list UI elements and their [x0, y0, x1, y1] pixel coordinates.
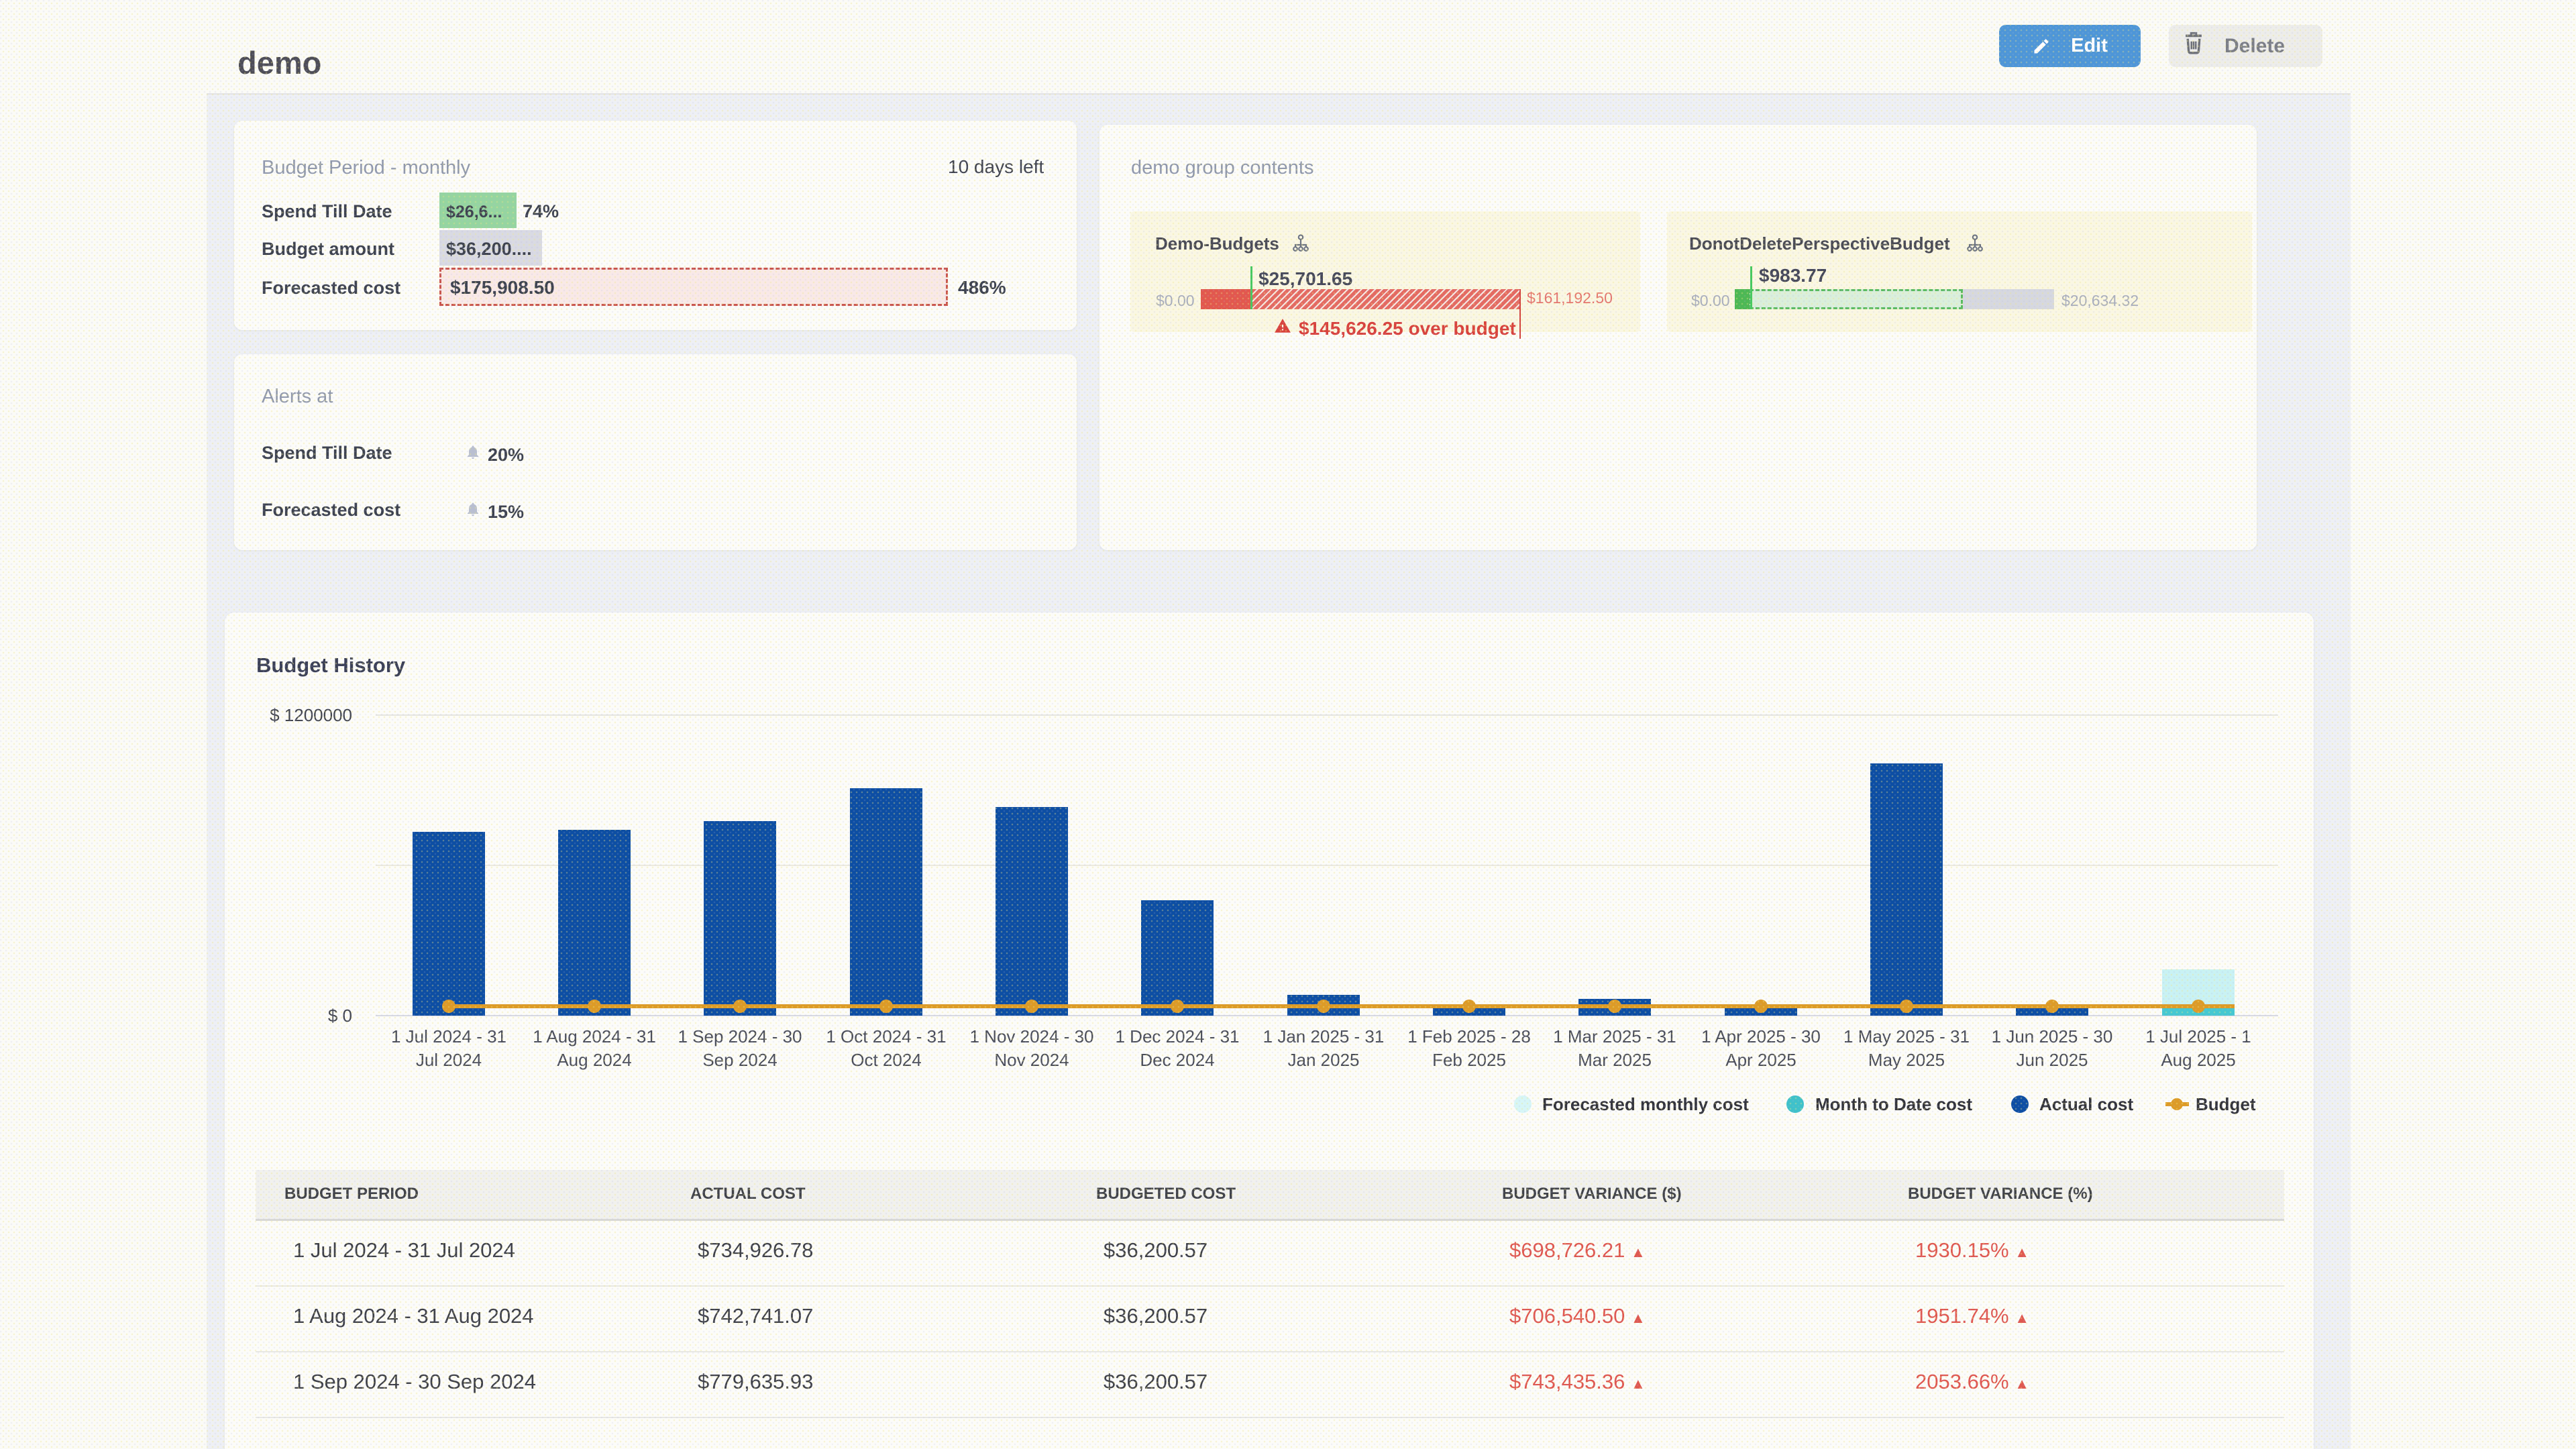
svg-text:Aug 2025: Aug 2025	[2161, 1050, 2235, 1070]
svg-text:1 Jul 2025 - 1: 1 Jul 2025 - 1	[2145, 1026, 2251, 1046]
svg-text:Jul 2024: Jul 2024	[416, 1050, 482, 1070]
svg-text:Feb 2025: Feb 2025	[1432, 1050, 1506, 1070]
svg-text:1 Sep 2024 - 30: 1 Sep 2024 - 30	[678, 1026, 802, 1046]
svg-text:Mar 2025: Mar 2025	[1578, 1050, 1652, 1070]
svg-text:1 Jul 2024 - 31: 1 Jul 2024 - 31	[391, 1026, 506, 1046]
svg-text:Jan 2025: Jan 2025	[1288, 1050, 1360, 1070]
svg-text:Budget: Budget	[2196, 1094, 2256, 1114]
svg-text:1 May 2025 - 31: 1 May 2025 - 31	[1843, 1026, 1970, 1046]
svg-text:Aug 2024: Aug 2024	[557, 1050, 631, 1070]
svg-text:1 Apr 2025 - 30: 1 Apr 2025 - 30	[1701, 1026, 1821, 1046]
svg-text:Nov 2024: Nov 2024	[994, 1050, 1069, 1070]
svg-text:1 Dec 2024 - 31: 1 Dec 2024 - 31	[1115, 1026, 1239, 1046]
svg-text:May 2025: May 2025	[1868, 1050, 1945, 1070]
svg-text:1 Aug 2024 - 31: 1 Aug 2024 - 31	[533, 1026, 656, 1046]
svg-text:Sep 2024: Sep 2024	[702, 1050, 777, 1070]
svg-text:Month to Date cost: Month to Date cost	[1815, 1094, 1972, 1114]
svg-text:1 Jun 2025 - 30: 1 Jun 2025 - 30	[1992, 1026, 2113, 1046]
svg-text:Forecasted monthly cost: Forecasted monthly cost	[1542, 1094, 1749, 1114]
svg-text:1 Feb 2025 - 28: 1 Feb 2025 - 28	[1407, 1026, 1531, 1046]
svg-text:1 Oct 2024 - 31: 1 Oct 2024 - 31	[826, 1026, 946, 1046]
svg-text:1 Nov 2024 - 30: 1 Nov 2024 - 30	[969, 1026, 1093, 1046]
svg-text:1 Jan 2025 - 31: 1 Jan 2025 - 31	[1263, 1026, 1385, 1046]
svg-text:$ 1200000: $ 1200000	[270, 705, 352, 725]
svg-text:Actual cost: Actual cost	[2039, 1094, 2133, 1114]
svg-text:Apr 2025: Apr 2025	[1725, 1050, 1796, 1070]
svg-text:1 Mar 2025 - 31: 1 Mar 2025 - 31	[1553, 1026, 1676, 1046]
svg-text:Jun 2025: Jun 2025	[2017, 1050, 2088, 1070]
svg-text:$ 0: $ 0	[328, 1006, 352, 1026]
svg-text:Dec 2024: Dec 2024	[1140, 1050, 1214, 1070]
svg-text:Oct 2024: Oct 2024	[851, 1050, 922, 1070]
